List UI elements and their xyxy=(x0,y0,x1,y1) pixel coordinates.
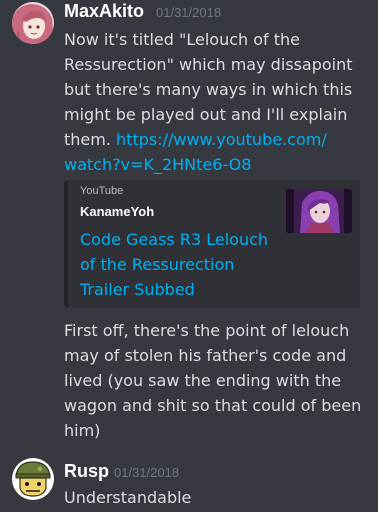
message-line: lived (you saw the ending with the xyxy=(64,371,342,390)
message-line-with-link: them. https://www.youtube.com/ xyxy=(64,127,376,152)
cartoon-soldier-avatar-icon[interactable] xyxy=(12,458,54,500)
message-line: Understandable xyxy=(64,488,192,507)
anime-girl-avatar-icon[interactable] xyxy=(12,2,54,44)
message-line: them. xyxy=(64,130,111,149)
author-name[interactable]: Rusp xyxy=(64,461,109,482)
timestamp: 01/31/2018 xyxy=(114,465,180,480)
message-line: wagon and shit so that could of been xyxy=(64,396,362,415)
embed-provider: YouTube xyxy=(80,185,124,197)
message-content: Understandable xyxy=(64,485,376,510)
link-embed: YouTube KanameYoh Code Geass R3 Lelouch … xyxy=(64,180,360,308)
embed-title[interactable]: Code Geass R3 Lelouch of the Ressurectio… xyxy=(80,227,280,302)
message-line: him) xyxy=(64,421,101,440)
message-content-continued: First off, there's the point of lelouch … xyxy=(64,318,376,443)
embed-title-line[interactable]: of the Ressurection xyxy=(80,252,280,277)
embed-author[interactable]: KanameYoh xyxy=(80,204,154,219)
message-line: First off, there's the point of lelouch xyxy=(64,321,350,340)
message-line: but there's many ways in which this xyxy=(64,80,353,99)
author-name[interactable]: MaxAkito xyxy=(64,1,144,22)
message-line: Now it's titled "Lelouch of the xyxy=(64,30,300,49)
timestamp: 01/31/2018 xyxy=(156,5,222,20)
message-line: Ressurection" which may dissapoint xyxy=(64,55,353,74)
message-content: Now it's titled "Lelouch of the Ressurec… xyxy=(64,27,376,177)
message-line: may of stolen his father's code and xyxy=(64,346,347,365)
youtube-link-continued[interactable]: watch?v=K_2HNte6-O8 xyxy=(64,152,376,177)
message-line: might be played out and I'll explain xyxy=(64,105,348,124)
youtube-link[interactable]: https://www.youtube.com/ xyxy=(116,130,327,149)
embed-title-line[interactable]: Trailer Subbed xyxy=(80,277,280,302)
video-thumbnail-icon[interactable] xyxy=(286,189,352,233)
embed-title-line[interactable]: Code Geass R3 Lelouch xyxy=(80,227,280,252)
